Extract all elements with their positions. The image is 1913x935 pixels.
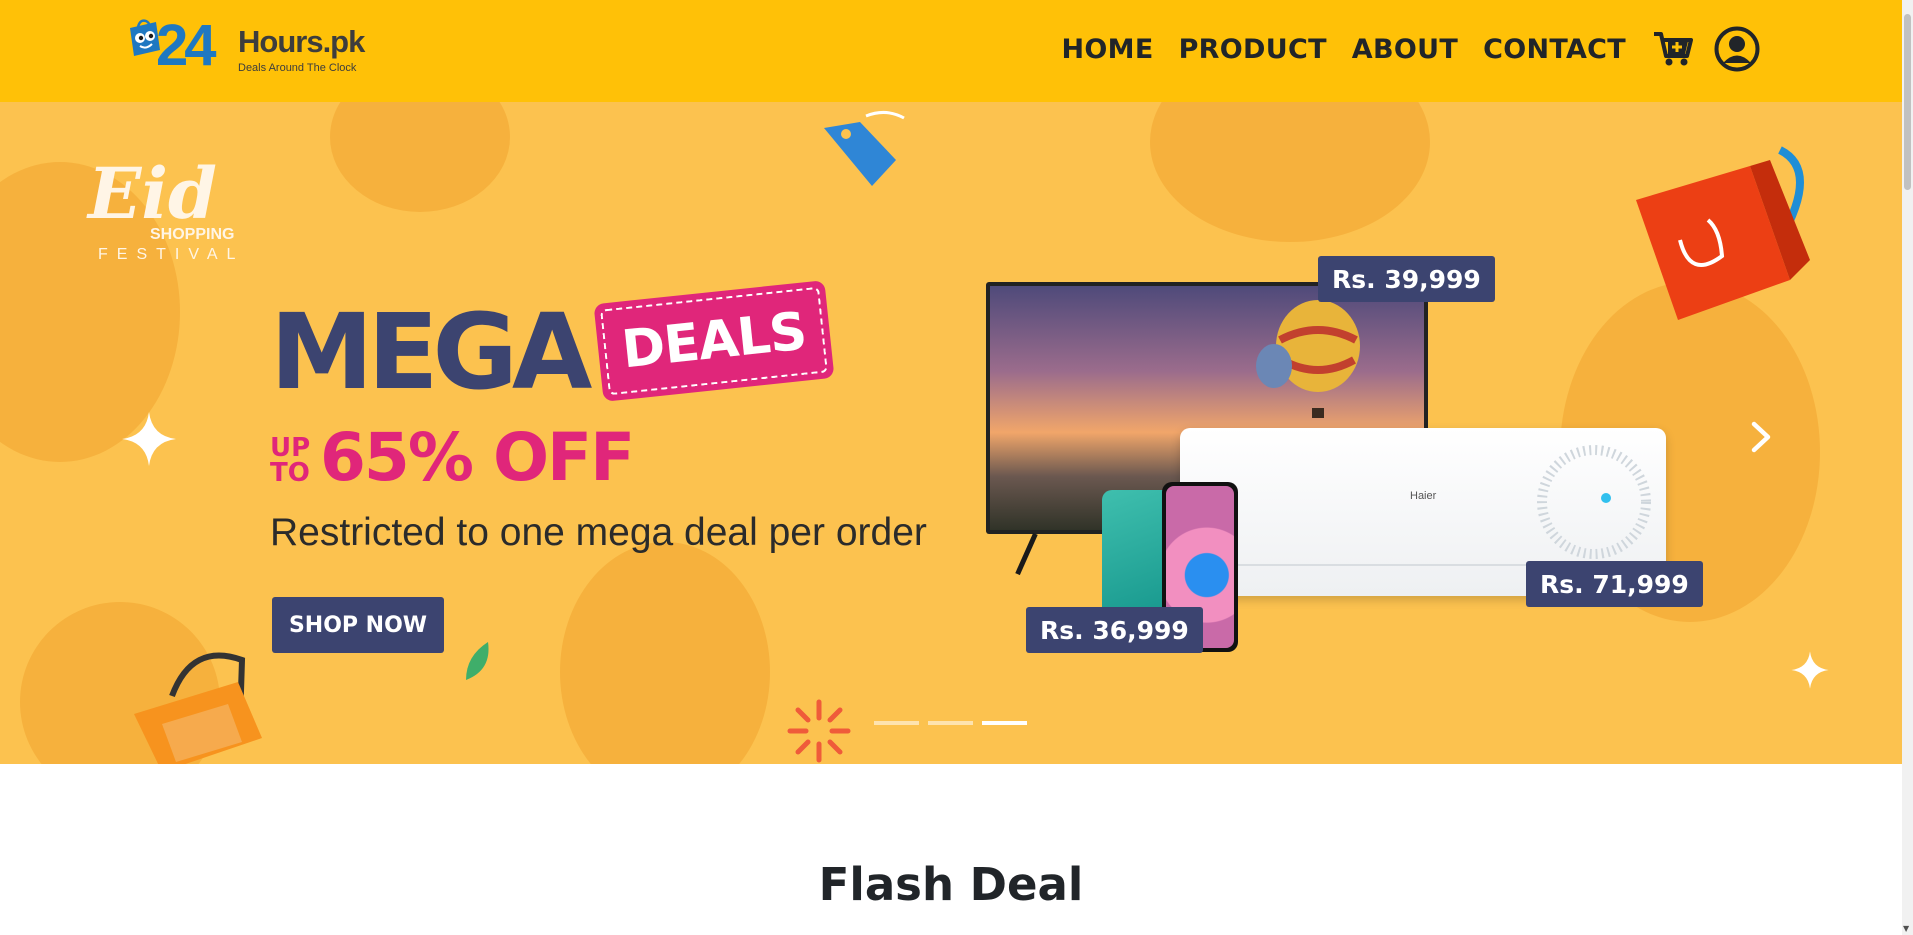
hero-carousel: Eid SHOPPING FESTIVAL MEGA DEALS UP TO 6… [0, 102, 1902, 764]
chevron-right-icon[interactable] [1748, 420, 1774, 454]
nav-contact[interactable]: CONTACT [1483, 34, 1626, 65]
logo-tagline: Deals Around The Clock [238, 62, 357, 74]
ac-brand-label: Haier [1410, 490, 1437, 502]
price-tag-phone: Rs. 36,999 [1026, 607, 1203, 653]
carousel-indicator-2[interactable] [928, 721, 973, 725]
user-circle-icon[interactable] [1714, 26, 1760, 72]
price-tag-tv: Rs. 39,999 [1318, 256, 1495, 302]
section-title: Flash Deal [818, 858, 1084, 911]
scroll-down-arrow-icon[interactable]: ▼ [1903, 925, 1909, 933]
decor-blob [1150, 102, 1430, 242]
sparkle-icon [1791, 651, 1829, 689]
site-logo[interactable]: 24 Hours.pk Deals Around The Clock [126, 14, 366, 78]
tv-stand [1015, 532, 1038, 576]
deals-tag-text: DEALS [619, 301, 809, 381]
basket-icon [134, 652, 262, 764]
upto-label: UP TO [270, 433, 311, 488]
hero-subtitle: Restricted to one mega deal per order [270, 511, 927, 554]
shop-now-button[interactable]: SHOP NOW [272, 597, 444, 653]
carousel-indicator-1[interactable] [874, 721, 919, 725]
nav-product[interactable]: PRODUCT [1179, 34, 1327, 65]
price-tag-ac: Rs. 71,999 [1526, 561, 1703, 607]
carousel-indicator-3[interactable] [982, 721, 1027, 725]
nav-about[interactable]: ABOUT [1352, 34, 1458, 65]
main-nav: HOME PRODUCT ABOUT CONTACT [1062, 24, 1760, 74]
cart-plus-icon[interactable] [1652, 30, 1694, 68]
eid-badge-title: Eid [88, 152, 217, 235]
sparkle-icon [122, 412, 176, 466]
logo-digits: 24 [156, 13, 216, 78]
hero-headline: MEGA [270, 291, 592, 413]
discount-label: 65% OFF [320, 419, 635, 496]
eid-badge-line1: SHOPPING [150, 226, 235, 243]
leaf-icon [466, 642, 489, 680]
eid-badge-line2: FESTIVAL [98, 246, 245, 263]
carousel-indicators [874, 721, 1036, 725]
nav-home[interactable]: HOME [1062, 34, 1154, 65]
site-header: 24 Hours.pk Deals Around The Clock HOME … [0, 0, 1902, 102]
decor-blob [560, 542, 770, 764]
price-tag-icon [824, 111, 905, 186]
burst-icon [787, 699, 851, 763]
vertical-scrollbar[interactable]: ▼ [1902, 0, 1913, 935]
logo-name: Hours.pk [238, 24, 365, 59]
deals-tag: DEALS [593, 280, 835, 402]
scrollbar-thumb[interactable] [1904, 14, 1911, 190]
shopping-bag-icon [1636, 146, 1810, 320]
hot-air-balloon-icon [1256, 300, 1360, 418]
ac-panel-pattern [1537, 445, 1651, 559]
decor-blob [330, 102, 510, 212]
